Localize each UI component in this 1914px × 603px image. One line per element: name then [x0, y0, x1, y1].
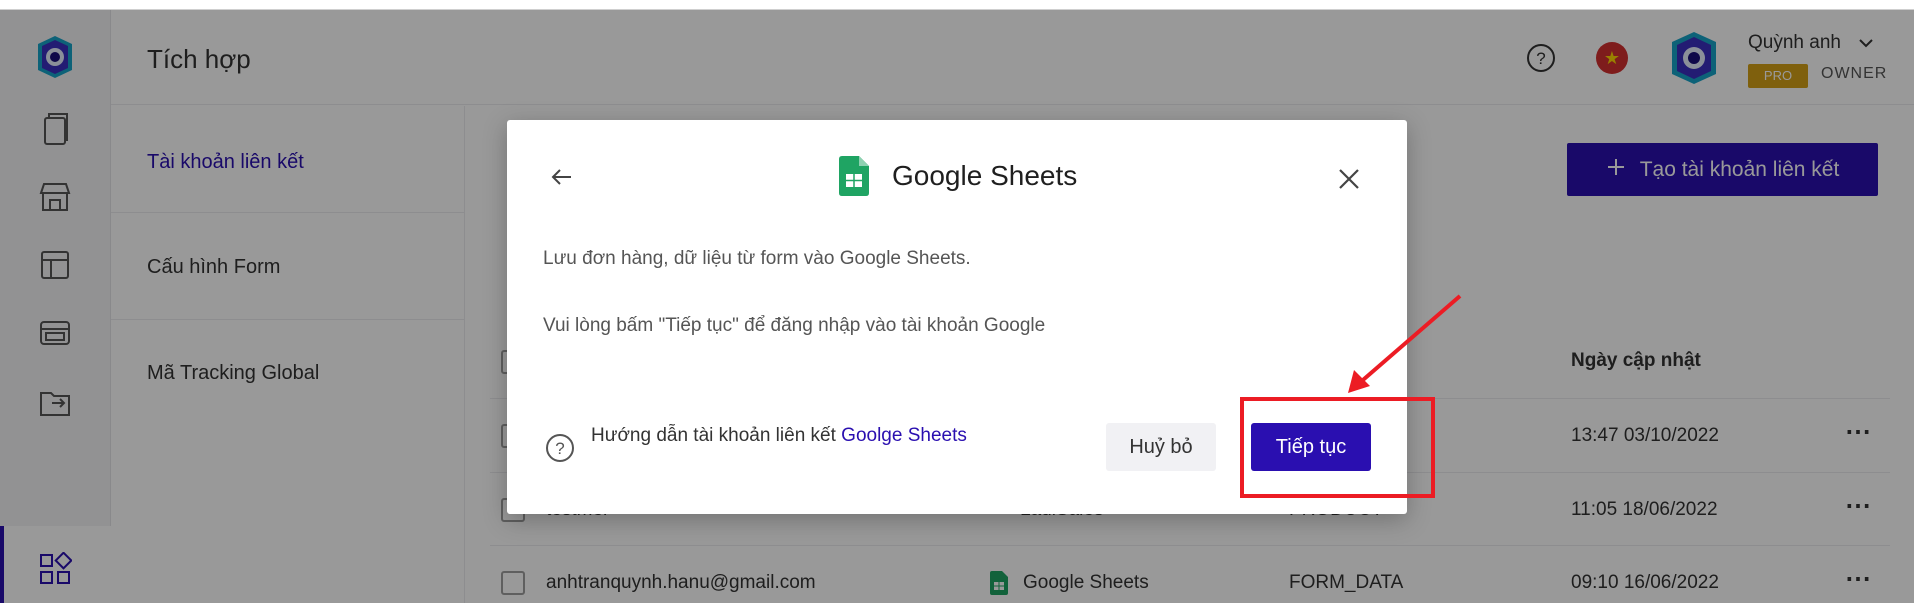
google-sheets-icon [839, 156, 869, 196]
svg-text:?: ? [555, 439, 564, 458]
dialog-instruction: Vui lòng bấm "Tiếp tục" để đăng nhập vào… [543, 315, 1046, 336]
guide-text: Hướng dẫn tài khoản liên kết Goolge Shee… [591, 420, 991, 451]
close-icon[interactable] [1332, 162, 1366, 196]
guide-link[interactable]: Goolge Sheets [841, 425, 967, 446]
annotation-arrow-icon [1348, 294, 1462, 393]
cancel-button[interactable]: Huỷ bỏ [1106, 423, 1216, 471]
help-icon: ? [544, 432, 576, 464]
window-top-edge [0, 0, 1914, 10]
back-arrow-icon[interactable] [547, 162, 577, 192]
dialog-description: Lưu đơn hàng, dữ liệu từ form vào Google… [543, 248, 971, 269]
dialog-title: Google Sheets [892, 160, 1078, 191]
highlight-box [1240, 397, 1435, 498]
guide-label: Hướng dẫn tài khoản liên kết [591, 425, 842, 446]
